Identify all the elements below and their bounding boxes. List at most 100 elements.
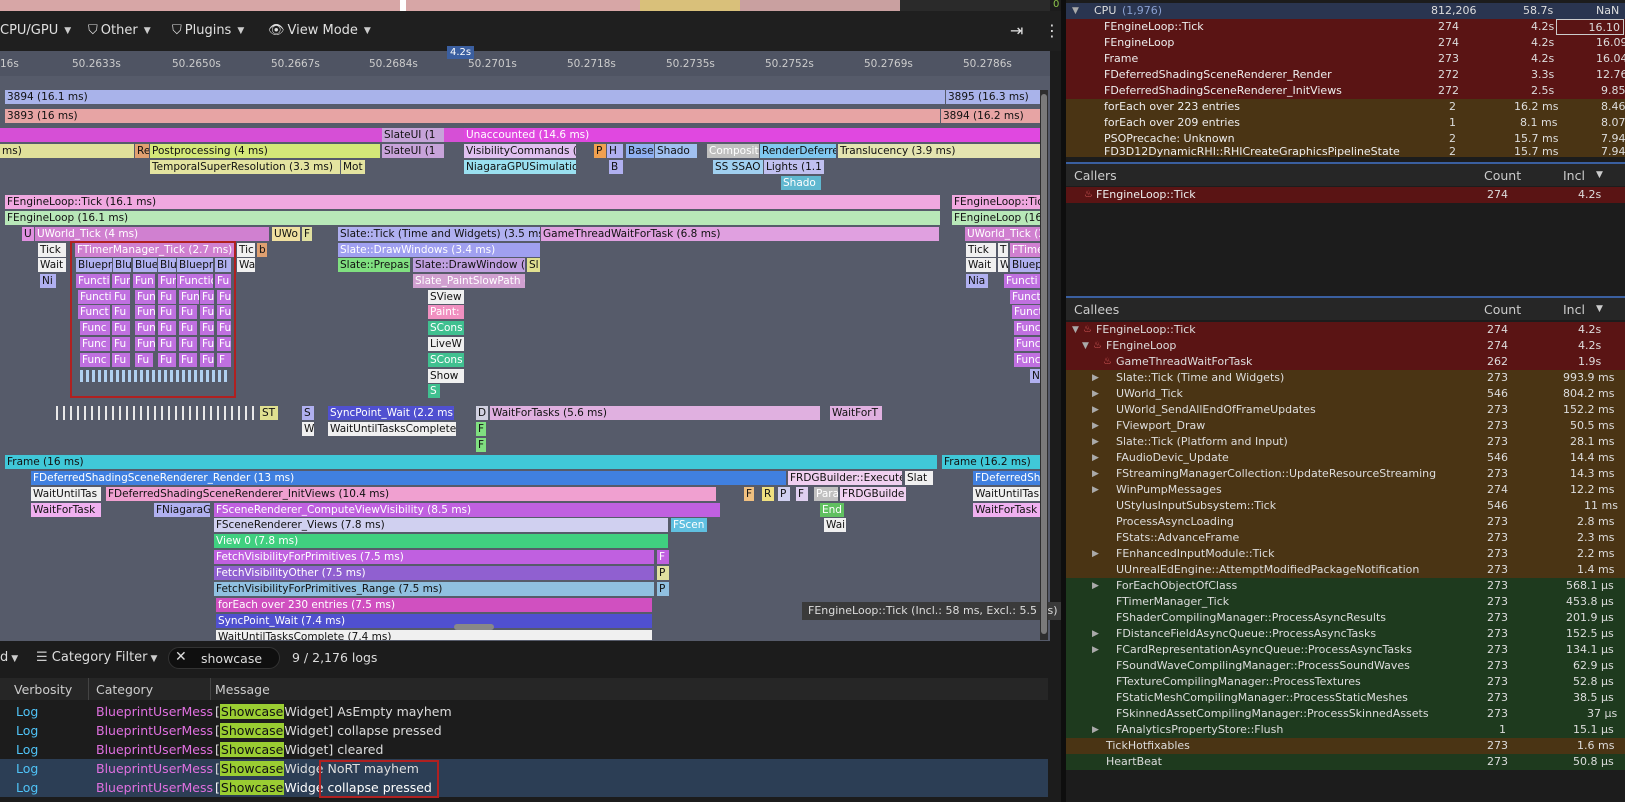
callee-row[interactable]: ▶ WinPumpMessages 274 12.2 ms	[1066, 482, 1625, 498]
frame-bar[interactable]: 3894 (16.1 ms)	[5, 90, 945, 104]
render-event[interactable]: FRDGBuilde	[840, 487, 906, 501]
gpu-event[interactable]: Unaccounted (14.6 ms)	[464, 128, 1042, 142]
sync-event[interactable]: WaitForT	[830, 406, 882, 420]
game-event[interactable]: b	[257, 243, 267, 257]
game-event[interactable]: Wait	[38, 258, 66, 272]
game-event[interactable]: Slate::Tick (Time and Widgets) (3.5 ms)	[338, 227, 540, 241]
expand-right-icon[interactable]: ▶	[1092, 466, 1099, 482]
game-event[interactable]: Wait	[966, 258, 996, 272]
gpu-event[interactable]: VisibilityCommands (	[464, 144, 576, 158]
callee-row[interactable]: FTimerManager_Tick 273 453.8 µs	[1066, 594, 1625, 610]
render-event[interactable]: F	[744, 487, 754, 501]
callee-row[interactable]: ▶ Slate::Tick (Time and Widgets) 273 993.9 …	[1066, 370, 1625, 386]
render-event[interactable]: F	[657, 550, 669, 564]
callee-row[interactable]: ▶ ForEachObjectOfClass 273 568.1 µs	[1066, 578, 1625, 594]
game-event[interactable]: Functi	[1010, 290, 1042, 304]
log-search-box[interactable]: ✕ showcase	[168, 647, 280, 669]
expand-right-icon[interactable]: ▶	[1092, 722, 1099, 738]
game-event[interactable]: UWorld_Tick (2	[965, 227, 1042, 241]
render-event[interactable]: Slat	[905, 471, 933, 485]
timeline-horizontal-scrollbar[interactable]	[454, 624, 494, 630]
timer-row[interactable]: FDeferredShadingSceneRenderer_InitViews …	[1066, 83, 1625, 99]
frame-overview-strip[interactable]	[0, 0, 1066, 11]
scrollbar-thumb[interactable]	[1041, 94, 1047, 634]
game-event[interactable]: U	[22, 227, 34, 241]
callee-row[interactable]: ▶ FAudioDevic_Update 546 14.4 ms	[1066, 450, 1625, 466]
expand-right-icon[interactable]: ▶	[1092, 418, 1099, 434]
callee-row[interactable]: FSoundWaveCompilingManager::ProcessSound…	[1066, 658, 1625, 674]
cpu-group-row[interactable]: ▼ CPU (1,976) 812,206 58.7s NaN	[1066, 3, 1625, 19]
game-event[interactable]: SCons	[428, 321, 464, 335]
expand-right-icon[interactable]: ▶	[1092, 546, 1099, 562]
callee-row[interactable]: ▶ UWorld_Tick 546 804.2 ms	[1066, 386, 1625, 402]
game-event[interactable]: Slate_PaintSlowPath (	[413, 274, 525, 288]
callees-count-header[interactable]: Count	[1484, 302, 1521, 317]
game-event[interactable]: Show	[428, 369, 464, 383]
game-event[interactable]: Slate::Prepas	[338, 258, 410, 272]
sync-event[interactable]: W	[302, 422, 314, 436]
game-event[interactable]: W	[998, 258, 1008, 272]
caller-row[interactable]: ♨ FEngineLoop::Tick 274 4.2s	[1066, 187, 1625, 203]
expand-right-icon[interactable]: ▶	[1092, 482, 1099, 498]
render-event[interactable]: FDeferredShi	[973, 471, 1042, 485]
gpu-event[interactable]: P	[594, 144, 606, 158]
timer-row[interactable]: FEngineLoop 274 4.2s 16.09	[1066, 35, 1625, 51]
frame-bar[interactable]: 3894 (16.2 ms)	[941, 109, 1042, 123]
expand-down-icon[interactable]: ▼	[1072, 322, 1079, 338]
sort-down-icon[interactable]: ▼	[1596, 304, 1603, 314]
expand-down-icon[interactable]: ▼	[1072, 3, 1079, 19]
render-event[interactable]: Para	[814, 487, 838, 501]
game-event[interactable]: FEngineLoop::Tick	[952, 195, 1042, 209]
expand-down-icon[interactable]: ▼	[1082, 338, 1089, 354]
gpu-event[interactable]: Re	[135, 144, 149, 158]
render-event[interactable]: F	[796, 487, 808, 501]
callee-row[interactable]: ▶ FViewport_Draw 273 50.5 ms	[1066, 418, 1625, 434]
game-event[interactable]: GameThreadWaitForTask (6.8 ms)	[541, 227, 939, 241]
expand-right-icon[interactable]: ▶	[1092, 642, 1099, 658]
render-event[interactable]: P	[657, 582, 669, 596]
game-event[interactable]: Paint:	[428, 305, 464, 319]
render-event[interactable]: FRDGBuilder::Execute	[788, 471, 902, 485]
gpu-event[interactable]: Postprocessing (4 ms)	[150, 144, 380, 158]
header-message[interactable]: Message	[215, 682, 270, 697]
verbosity-dropdown[interactable]: d ▼	[0, 648, 18, 668]
callee-row[interactable]: ProcessAsyncLoading 273 2.8 ms	[1066, 514, 1625, 530]
other-dropdown[interactable]: ⛉ Other ▼	[88, 20, 151, 42]
frame-bar[interactable]: 3893 (16 ms)	[5, 109, 940, 123]
sync-event[interactable]: F	[476, 438, 486, 452]
callee-row[interactable]: ▼ ♨ FEngineLoop 274 4.2s	[1066, 338, 1625, 354]
game-event[interactable]: SCons	[428, 353, 464, 367]
expand-right-icon[interactable]: ▶	[1092, 386, 1099, 402]
game-event[interactable]: Nia	[966, 274, 988, 288]
game-event[interactable]: SView	[428, 290, 464, 304]
timer-row[interactable]: forEach over 209 entries 1 8.1 ms 8.07	[1066, 115, 1625, 131]
gpu-event[interactable]: Lights (1.1	[764, 160, 824, 174]
expand-right-icon[interactable]: ▶	[1092, 402, 1099, 418]
render-event[interactable]: FetchVisibilityForPrimitives_Range (7.5 …	[214, 582, 654, 596]
gpu-event[interactable]: B	[609, 160, 623, 174]
callee-row[interactable]: FStats::AdvanceFrame 273 2.3 ms	[1066, 530, 1625, 546]
game-event[interactable]: Wa	[237, 258, 255, 272]
view-mode-dropdown[interactable]: 👁 View Mode ▼	[268, 20, 371, 42]
expand-right-icon[interactable]: ▶	[1092, 434, 1099, 450]
timer-row[interactable]: FDeferredShadingSceneRenderer_Render 272…	[1066, 67, 1625, 83]
callee-row[interactable]: ▶ FAnalyticsPropertyStore::Flush 1 15.1 µs	[1066, 722, 1625, 738]
sync-event[interactable]: SyncPoint_Wait (2.2 ms)	[328, 406, 454, 420]
game-event[interactable]: Func	[1014, 337, 1042, 351]
render-event[interactable]: FetchVisibilityOther (7.5 ms)	[214, 566, 654, 580]
callee-row[interactable]: ▶ FDistanceFieldAsyncQueue::ProcessAsyncT…	[1066, 626, 1625, 642]
expand-right-icon[interactable]: ▶	[1092, 578, 1099, 594]
game-event[interactable]: Ni	[40, 274, 56, 288]
expand-right-icon[interactable]: ▶	[1092, 450, 1099, 466]
game-event[interactable]: Functi	[1004, 274, 1042, 288]
game-event[interactable]: Tick	[966, 243, 996, 257]
render-event[interactable]: FSceneRenderer_Views (7.8 ms)	[214, 518, 668, 532]
log-row[interactable]: Log BlueprintUserMess [ShowcaseWidget] c…	[0, 721, 1048, 740]
plugins-dropdown[interactable]: ⛉ Plugins ▼	[172, 20, 244, 42]
callers-count-header[interactable]: Count	[1484, 168, 1521, 183]
render-event[interactable]: forEach over 230 entries (7.5 ms)	[216, 598, 652, 612]
render-event[interactable]: FSceneRenderer_ComputeViewVisibility (8.…	[214, 503, 720, 517]
render-event[interactable]: WaitUntilTasksComplete (7.4 ms)	[216, 630, 652, 640]
sort-down-icon[interactable]: ▼	[1596, 170, 1603, 180]
header-verbosity[interactable]: Verbosity	[14, 682, 72, 697]
